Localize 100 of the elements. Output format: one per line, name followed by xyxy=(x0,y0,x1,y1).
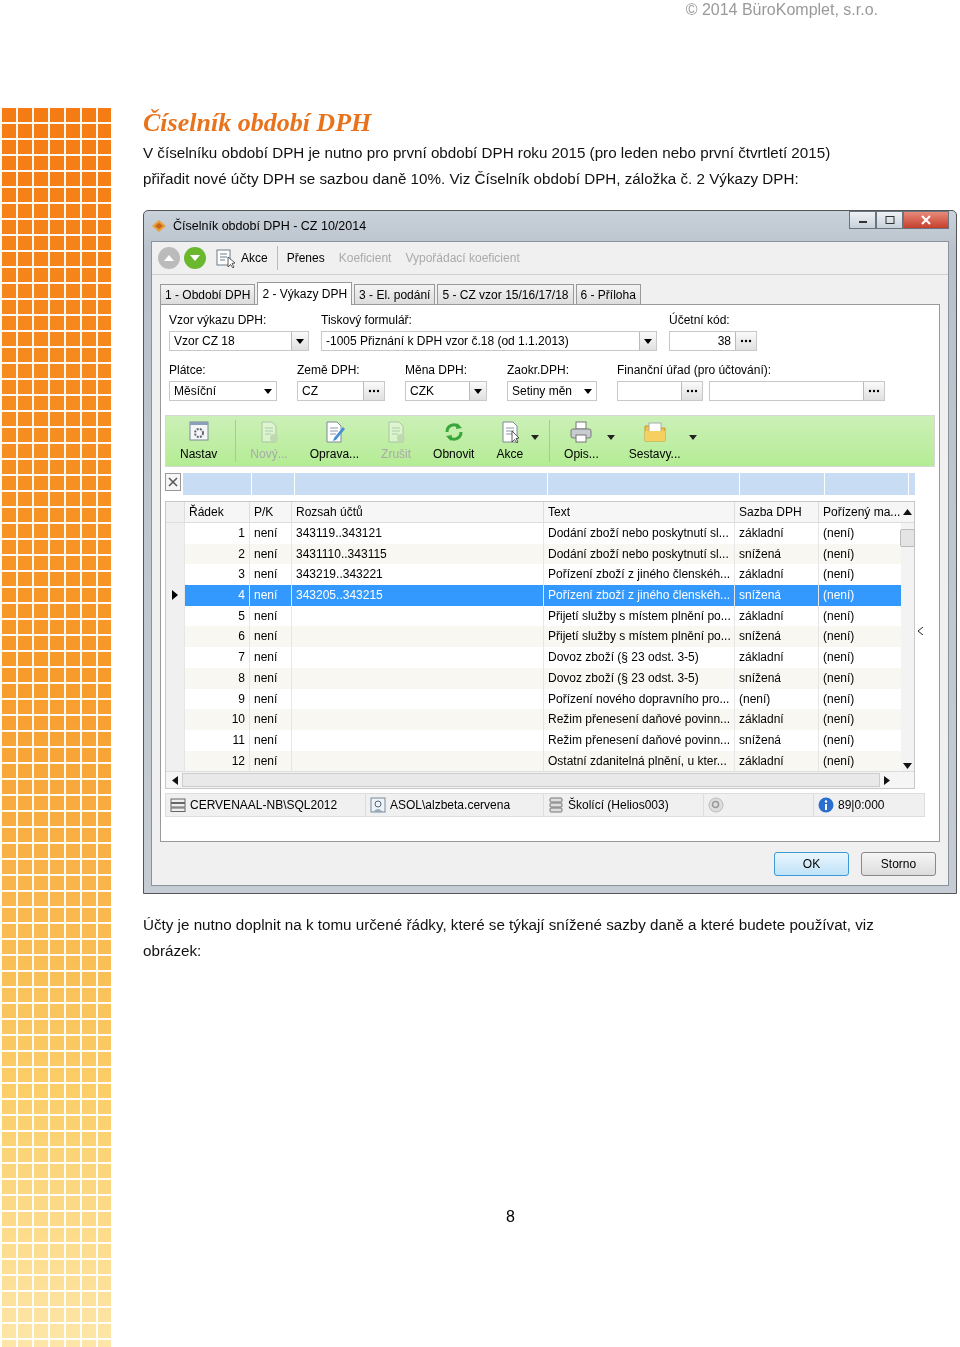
lookup-field[interactable] xyxy=(709,381,885,401)
tab[interactable]: 5 - CZ vzor 15/16/17/18 xyxy=(437,284,574,304)
field-label: Vzor výkazu DPH: xyxy=(169,313,267,328)
column-header[interactable]: Řádek xyxy=(184,502,249,522)
table-cell: Režim přenesení daňové povinn... xyxy=(543,729,734,751)
scroll-left-icon[interactable] xyxy=(172,775,178,785)
column-header[interactable]: Rozsah účtů xyxy=(291,502,543,522)
table-cell: Režim přenesení daňové povinn... xyxy=(543,709,734,730)
ellipsis-icon[interactable] xyxy=(686,389,698,393)
table-row[interactable]: 12 není Ostatní zdanitelná plnění, u kter... základní (není) xyxy=(166,750,901,772)
tab[interactable]: 2 - Výkazy DPH xyxy=(257,282,353,305)
table-cell: 10 xyxy=(184,709,249,730)
copyright-text: © 2014 BüroKomplet, s.r.o. xyxy=(685,0,878,20)
table-cell: snížená xyxy=(734,729,818,751)
dropdown-field[interactable]: CZK xyxy=(405,381,487,401)
close-button[interactable] xyxy=(903,211,949,229)
table-cell: snížená xyxy=(734,585,818,606)
paragraph: V číselníku období DPH je nutno pro první období DPH roku 2015 (pro leden nebo první čtvrtletí 2015) přiřadit nové účty DPH se sazbou daně 10%. Viz Číselník období DPH, záložka č. 2 Výkazy DPH: xyxy=(143,143,832,189)
table-cell: snížená xyxy=(734,667,818,689)
scroll-up-icon[interactable] xyxy=(903,509,912,515)
toolbar-button[interactable]: Obnovit xyxy=(427,420,489,462)
lookup-field[interactable]: CZ xyxy=(297,381,385,401)
close-icon xyxy=(920,215,932,225)
database-icon xyxy=(548,797,564,814)
server-icon xyxy=(170,797,186,814)
cancel-button[interactable]: Storno xyxy=(861,852,936,876)
table-cell: Dovoz zboží (§ 23 odst. 3-5) xyxy=(543,667,734,689)
tab[interactable]: 6 - Příloha xyxy=(575,284,641,304)
caret-icon[interactable] xyxy=(644,338,652,344)
table-cell: základní xyxy=(734,709,818,730)
heading: Číselník období DPH xyxy=(143,108,373,138)
scroll-thumb[interactable] xyxy=(900,529,915,547)
status-text: 89|0:000 xyxy=(838,798,885,813)
tab[interactable]: 3 - El. podání xyxy=(354,284,436,304)
column-header[interactable]: Sazba DPH xyxy=(734,502,818,522)
table-cell: není xyxy=(249,667,291,689)
minimize-button[interactable] xyxy=(849,211,876,229)
table-cell: není xyxy=(249,709,291,730)
ellipsis-icon[interactable] xyxy=(368,389,380,393)
table-cell: Pořízení zboží z jiného členskéh... xyxy=(543,585,734,606)
caret-icon[interactable] xyxy=(264,388,272,394)
field-label: Tiskový formulář: xyxy=(321,313,412,328)
field-label: Finanční úřad (pro účtování): xyxy=(617,363,772,378)
lookup-field[interactable]: 38 xyxy=(669,331,757,351)
info-icon xyxy=(818,797,834,814)
caret-icon[interactable] xyxy=(688,434,697,440)
dropdown-field[interactable]: Měsíční xyxy=(169,381,277,401)
table-cell: 7 xyxy=(184,647,249,668)
printer-icon xyxy=(569,420,594,444)
toolbar-button[interactable]: Opis... xyxy=(558,420,621,462)
caret-icon[interactable] xyxy=(531,434,540,440)
field-label: Zaokr.DPH: xyxy=(507,363,569,378)
field-label: Účetní kód: xyxy=(669,313,730,328)
folder-icon xyxy=(642,420,667,444)
ellipsis-icon[interactable] xyxy=(740,339,752,343)
caret-icon[interactable] xyxy=(606,434,615,440)
ok-button[interactable]: OK xyxy=(774,852,849,876)
dropdown-field[interactable]: -1005 Přiznání k DPH vzor č.18 (od 1.1.2013) xyxy=(321,331,657,351)
toolbar-button[interactable]: Akce xyxy=(490,420,551,462)
column-header[interactable]: Pořízený ma... xyxy=(818,502,901,522)
table-row[interactable]: 2 není 3431110..343115 Dodání zboží nebo poskytnutí sl... snížená (není) xyxy=(166,543,901,565)
table-cell: 11 xyxy=(184,729,249,751)
clear-filter-button[interactable] xyxy=(165,473,181,491)
ellipsis-icon[interactable] xyxy=(868,389,880,393)
table-row[interactable]: 10 není Režim přenesení daňové povinn... základní (není) xyxy=(166,709,901,730)
paragraph: Účty je nutno doplnit na k tomu určené řádky, které se týkají snížené sazby daně a které budete používat, viz obrázek: xyxy=(143,915,875,961)
column-header[interactable]: P/K xyxy=(249,502,291,522)
caret-icon[interactable] xyxy=(474,388,482,394)
maximize-button[interactable] xyxy=(876,211,903,229)
toolbar-button[interactable]: Přenes xyxy=(281,251,330,265)
table-row[interactable]: 6 není Přijetí služby s místem plnění po... snížená (není) xyxy=(166,626,901,648)
table-cell: základní xyxy=(734,523,818,544)
toolbar-button[interactable]: Sestavy... xyxy=(622,420,703,462)
column-header[interactable]: Text xyxy=(543,502,734,522)
table-cell: není xyxy=(249,729,291,751)
lookup-field[interactable] xyxy=(617,381,703,401)
vertical-scrollbar[interactable] xyxy=(901,523,914,772)
toolbar-button[interactable]: Nastav xyxy=(174,420,237,462)
table-row[interactable]: 8 není Dovoz zboží (§ 23 odst. 3-5) snížená (není) xyxy=(166,667,901,689)
table-cell: 8 xyxy=(184,667,249,689)
scroll-right-icon[interactable] xyxy=(884,775,890,785)
table-cell: není xyxy=(249,523,291,544)
user-icon xyxy=(370,797,386,814)
caret-icon[interactable] xyxy=(584,388,592,394)
toolbar-button[interactable]: Oprava... xyxy=(303,420,374,462)
status-text: CERVENAAL-NB\SQL2012 xyxy=(190,798,338,813)
page-number: 8 xyxy=(506,1208,515,1226)
toolbar-button[interactable]: Akce xyxy=(210,248,273,268)
table-cell: 343119..343121 xyxy=(291,523,543,544)
dropdown-field[interactable]: Setiny měn xyxy=(507,381,597,401)
table-cell: Dovoz zboží (§ 23 odst. 3-5) xyxy=(543,647,734,668)
horizontal-scrollbar[interactable] xyxy=(166,771,914,789)
table-cell: 1 xyxy=(184,523,249,544)
status-text: Školící (Helios003) xyxy=(568,798,669,813)
tab[interactable]: 1 - Období DPH xyxy=(160,284,256,304)
table-cell: základní xyxy=(734,647,818,668)
up-arrow-icon xyxy=(163,253,175,263)
window-title: Číselník období DPH - CZ 10/2014 xyxy=(173,219,368,233)
caret-icon[interactable] xyxy=(296,338,304,344)
dropdown-field[interactable]: Vzor CZ 18 xyxy=(169,331,309,351)
